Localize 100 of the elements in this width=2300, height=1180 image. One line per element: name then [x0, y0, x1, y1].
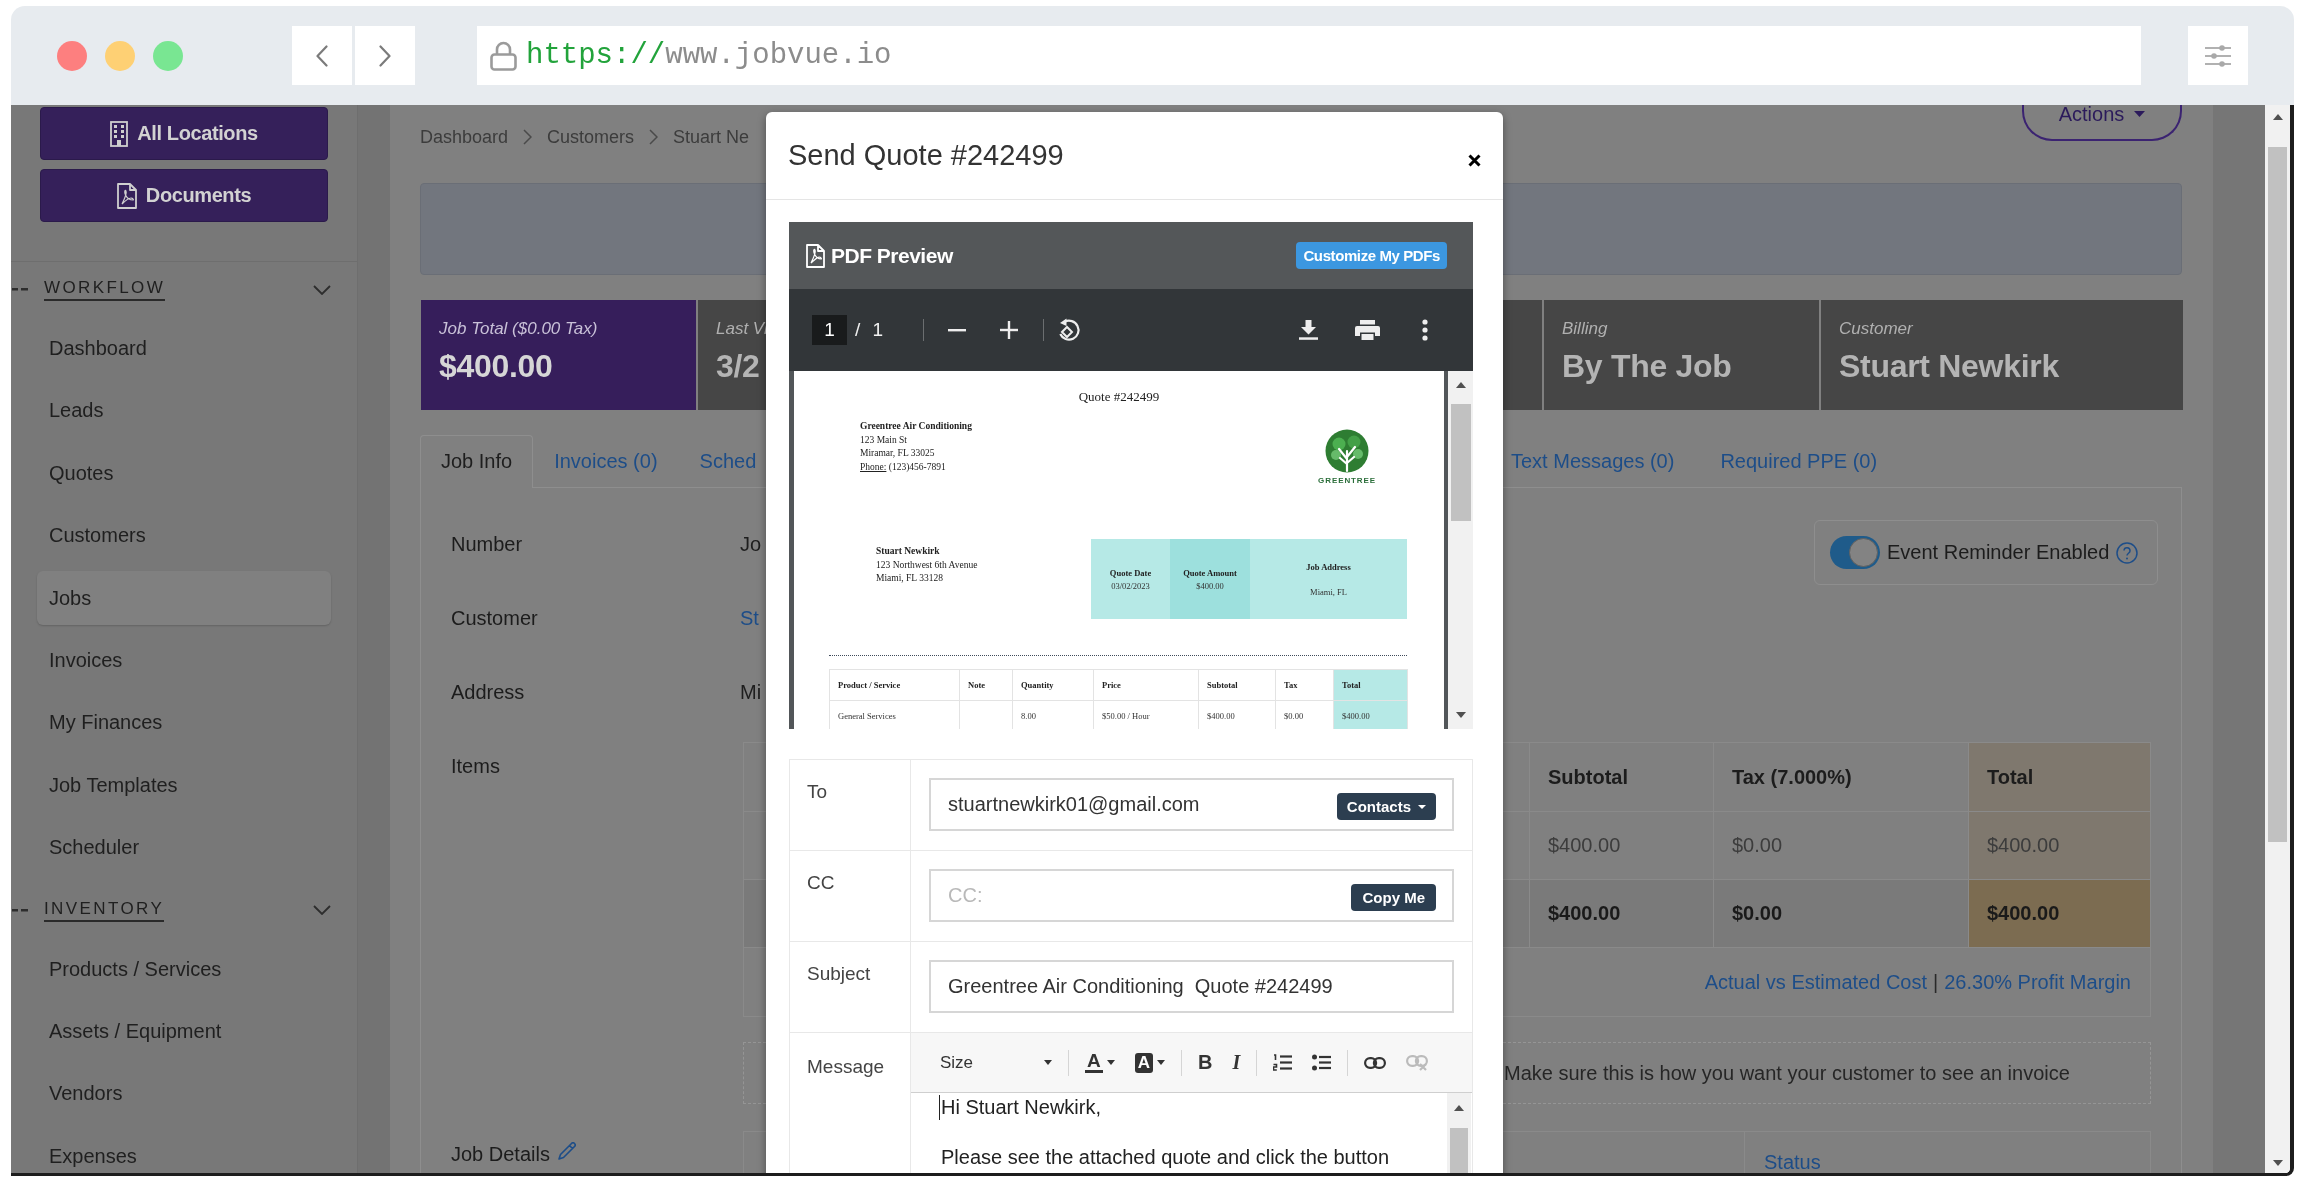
download-icon[interactable] — [1299, 320, 1318, 340]
address-line: 123 Main St — [860, 433, 908, 447]
sidebar-item[interactable]: Scheduler — [37, 820, 331, 875]
scroll-up-icon[interactable] — [1455, 382, 1466, 388]
scrollbar-thumb[interactable] — [1450, 404, 1471, 521]
sidebar-item[interactable]: Jobs — [37, 570, 331, 625]
scroll-down-icon[interactable] — [1455, 712, 1466, 718]
address-bar[interactable]: https://www.jobvue.io — [477, 26, 2141, 85]
table-cell: General Services — [830, 701, 960, 729]
cost-link[interactable]: Actual vs Estimated Cost — [1704, 970, 1928, 994]
locations-button[interactable]: All Locations — [40, 107, 328, 160]
field-value: Mi — [740, 680, 762, 704]
stat-value: By The Job — [1562, 347, 1732, 386]
stat-label: Billing — [1562, 318, 1608, 340]
italic-button[interactable]: I — [1232, 1051, 1241, 1074]
scrollbar[interactable] — [2265, 105, 2290, 1173]
customer-link[interactable]: St — [740, 606, 759, 630]
breadcrumb-link[interactable]: Customers — [547, 126, 635, 148]
pencil-icon[interactable] — [557, 1142, 576, 1160]
field-label: Customer — [451, 606, 539, 630]
zoom-out-icon[interactable] — [948, 328, 967, 332]
more-vertical-icon[interactable] — [1422, 319, 1428, 341]
chevron-right-icon — [649, 129, 659, 145]
font-color-button[interactable]: A — [1085, 1052, 1115, 1073]
zoom-in-icon[interactable] — [1000, 321, 1019, 339]
sidebar-item[interactable]: Products / Services — [37, 941, 331, 996]
help-icon[interactable] — [2116, 541, 2139, 564]
sidebar-item[interactable]: Job Templates — [37, 757, 331, 812]
lock-icon — [490, 40, 517, 71]
breadcrumb-link[interactable]: Dashboard — [420, 126, 509, 148]
profit-margin-link[interactable]: 26.30% Profit Margin — [1944, 970, 2131, 994]
link-separator: | — [1933, 970, 1939, 994]
caret-icon — [1044, 1060, 1052, 1065]
field-label: Job Details — [451, 1142, 550, 1166]
caret-icon — [1157, 1060, 1165, 1065]
scroll-down-icon[interactable] — [2272, 1160, 2283, 1166]
scroll-up-icon[interactable] — [1454, 1105, 1464, 1111]
pdf-icon — [806, 243, 825, 268]
column-header: Total — [1968, 743, 2150, 811]
address-line: 123 Northwest 6th Avenue — [876, 558, 978, 572]
scrollbar[interactable] — [1448, 371, 1473, 729]
actions-button[interactable]: Actions — [2022, 105, 2182, 141]
dashes-icon — [12, 288, 28, 291]
caret-icon — [1418, 804, 1426, 809]
scroll-up-icon[interactable] — [2272, 114, 2283, 120]
customize-pdfs-button[interactable]: Customize My PDFs — [1296, 242, 1447, 269]
settings-button[interactable] — [2188, 26, 2248, 85]
customer-name: Stuart Newkirk — [876, 545, 941, 558]
contacts-button[interactable]: Contacts — [1336, 793, 1436, 820]
link-icon[interactable] — [1364, 1056, 1387, 1069]
sidebar-item[interactable]: Assets / Equipment — [37, 1003, 331, 1058]
copy-me-button[interactable]: Copy Me — [1351, 884, 1436, 911]
sliders-icon — [2205, 44, 2231, 67]
toggle-switch[interactable] — [1830, 536, 1880, 569]
scrollbar-thumb[interactable] — [2268, 147, 2287, 842]
section-title[interactable]: INVENTORY — [44, 898, 165, 922]
field-label: Number — [451, 532, 524, 556]
phone-text: Phone: (123)456-7891 — [860, 460, 947, 474]
rotate-icon[interactable] — [1057, 318, 1082, 342]
bullet-list-icon[interactable] — [1312, 1054, 1332, 1071]
table-cell: $400.00 — [1968, 812, 2150, 879]
sidebar-item[interactable]: My Finances — [37, 695, 331, 750]
bold-button[interactable]: B — [1198, 1051, 1213, 1074]
sidebar-item[interactable]: Customers — [37, 508, 331, 563]
sidebar-item[interactable]: Expenses — [37, 1128, 331, 1173]
sidebar-item[interactable]: Quotes — [37, 445, 331, 500]
print-icon[interactable] — [1355, 320, 1380, 340]
document-icon — [116, 182, 137, 209]
font-size-dropdown[interactable]: Size — [940, 1052, 1052, 1073]
sidebar-item[interactable]: Vendors — [37, 1066, 331, 1121]
form-label: CC — [790, 851, 911, 942]
page-number-field[interactable]: 1 — [812, 315, 847, 345]
note-text: Make sure this is how you want your customer to see an invoice — [1504, 1061, 2070, 1085]
tab[interactable]: Job Info — [420, 435, 534, 488]
column-header[interactable]: Status — [1744, 1132, 2150, 1173]
documents-button[interactable]: Documents — [40, 169, 328, 222]
chevron-down-icon[interactable] — [313, 905, 331, 915]
sidebar-item[interactable]: Invoices — [37, 632, 331, 687]
chevron-down-icon[interactable] — [313, 284, 331, 295]
sidebar-item[interactable]: Leads — [37, 383, 331, 438]
table-cell: $400.00 — [1529, 812, 1713, 879]
table-cell: $50.00 / Hour — [1094, 701, 1199, 729]
tab[interactable]: Required PPE (0) — [1697, 435, 1901, 488]
tab[interactable]: Invoices (0) — [533, 435, 679, 488]
table-cell: $400.00 — [1334, 701, 1408, 729]
table-cell: $400.00 — [1199, 701, 1276, 729]
stat-value: $400.00 — [439, 347, 553, 386]
document-heading: Quote #242499 — [1077, 388, 1161, 406]
subject-field[interactable]: Greentree Air Conditioning Quote #242499 — [929, 960, 1454, 1013]
window-close-button[interactable] — [57, 40, 87, 71]
column-header: Subtotal — [1529, 743, 1713, 811]
numbered-list-icon[interactable] — [1273, 1054, 1293, 1071]
message-editor[interactable]: Hi Stuart Newkirk, Please see the attached quote and click the button — [911, 1093, 1447, 1173]
section-title[interactable]: WORKFLOW — [44, 278, 166, 301]
stat-label: Customer — [1839, 318, 1913, 340]
sidebar-item[interactable]: Dashboard — [37, 321, 331, 375]
caret-icon — [1106, 1060, 1115, 1065]
stat-value: Stuart Newkirk — [1839, 347, 2059, 386]
close-icon[interactable] — [1468, 154, 1481, 167]
column-header: Quantity — [1013, 669, 1094, 701]
